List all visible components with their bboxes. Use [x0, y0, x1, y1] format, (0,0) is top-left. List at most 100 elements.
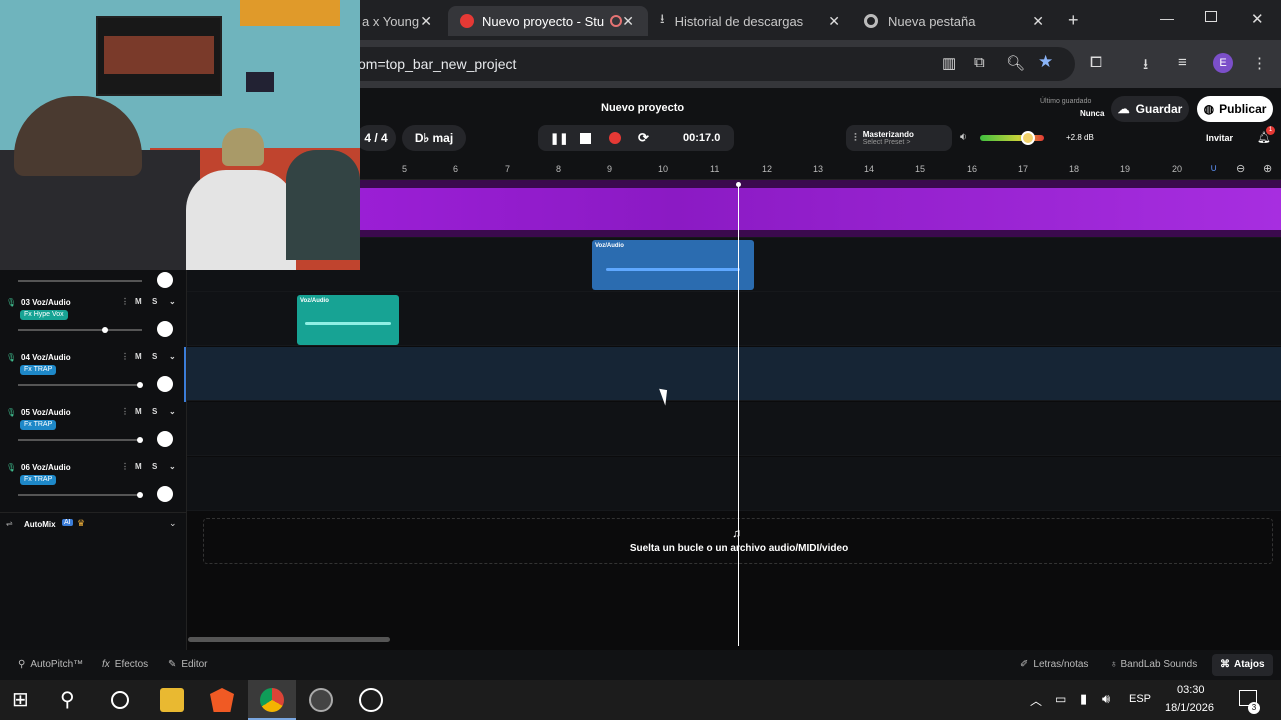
slider-handle[interactable]	[137, 382, 143, 388]
task-view-icon[interactable]	[108, 688, 132, 712]
downloads-icon[interactable]: ⭳	[1143, 54, 1148, 79]
tab-young[interactable]: a x Young ✕	[362, 6, 440, 36]
volume-slider[interactable]	[18, 437, 143, 443]
key-button[interactable]: D♭ maj	[402, 125, 466, 151]
bookmark-star-icon[interactable]: ★	[1038, 52, 1053, 72]
magnet-icon[interactable]: ∪	[1210, 163, 1217, 174]
solo-button[interactable]: S	[152, 352, 157, 361]
volume-knob[interactable]	[1021, 131, 1035, 145]
track-header-04[interactable]: 🎙︎ 04 Voz/Audio ⋮ M S ⌄ Fx TRAP	[0, 347, 187, 402]
reading-mode-icon[interactable]: ▥	[942, 54, 956, 72]
close-icon[interactable]: ✕	[420, 13, 432, 30]
pan-knob[interactable]	[157, 431, 173, 447]
stop-icon[interactable]	[580, 132, 591, 144]
chevron-down-icon[interactable]: ⌄	[169, 462, 176, 471]
mute-button[interactable]: M	[135, 352, 142, 361]
volume-slider[interactable]	[18, 280, 142, 282]
automix-row[interactable]: ⇌ AutoMix AI ♛ ⌄	[0, 512, 187, 536]
zoom-icon[interactable]: 🔍︎	[1006, 54, 1025, 72]
tab-nueva-pestana[interactable]: Nueva pestaña ✕	[864, 6, 1050, 36]
bandlab-taskbar-icon[interactable]	[359, 688, 383, 712]
extensions-icon[interactable]: ⧠	[1090, 54, 1102, 71]
mute-button[interactable]: M	[135, 297, 142, 306]
lyrics-button[interactable]: ✐ Letras/notas	[1020, 659, 1088, 670]
chevron-down-icon[interactable]: ⌄	[169, 407, 176, 416]
playhead[interactable]	[738, 184, 739, 646]
sounds-button[interactable]: ♁ BandLab Sounds	[1110, 659, 1197, 670]
chevron-down-icon[interactable]: ⌄	[169, 297, 176, 306]
close-icon[interactable]: ✕	[828, 13, 840, 30]
pan-knob[interactable]	[157, 486, 173, 502]
track-menu-icon[interactable]: ⋮	[121, 352, 129, 361]
fx-badge[interactable]: Fx TRAP	[20, 475, 57, 485]
track-lane-06[interactable]	[187, 457, 1281, 511]
track-header-06[interactable]: 🎙︎ 06 Voz/Audio ⋮ M S ⌄ Fx TRAP	[0, 457, 187, 512]
track-lane-05[interactable]	[187, 402, 1281, 456]
time-signature-button[interactable]: 4 / 4	[356, 125, 396, 151]
track-name[interactable]: 05 Voz/Audio	[21, 408, 71, 417]
pause-icon[interactable]: ❚❚	[550, 132, 568, 145]
pan-knob[interactable]	[157, 272, 173, 288]
volume-slider[interactable]	[18, 492, 143, 498]
tab-historial[interactable]: ⭳ Historial de descargas ✕	[660, 6, 846, 36]
track-lane-04[interactable]	[187, 347, 1281, 401]
chevron-down-icon[interactable]: ⌄	[169, 518, 177, 529]
speaker-icon[interactable]: 🔉︎	[960, 131, 967, 144]
slider-handle[interactable]	[137, 437, 143, 443]
volume-icon[interactable]: 🔊︎	[1102, 691, 1110, 707]
solo-button[interactable]: S	[152, 407, 157, 416]
editor-button[interactable]: ✎ Editor	[168, 659, 208, 670]
fx-badge[interactable]: Fx TRAP	[20, 365, 57, 375]
track-header-03[interactable]: 🎙︎ 03 Voz/Audio ⋮ M S ⌄ Fx Hype Vox	[0, 292, 187, 347]
profile-avatar[interactable]: E	[1213, 53, 1233, 73]
fx-badge[interactable]: Fx Hype Vox	[20, 310, 68, 320]
media-icon[interactable]: ≡	[1178, 54, 1187, 71]
pan-knob[interactable]	[157, 376, 173, 392]
minimize-button[interactable]: —	[1160, 10, 1174, 26]
track-menu-icon[interactable]: ⋮	[121, 407, 129, 416]
search-icon[interactable]: ⚲	[60, 688, 84, 712]
network-icon[interactable]: ▭	[1055, 692, 1066, 706]
mute-button[interactable]: M	[135, 407, 142, 416]
chevron-down-icon[interactable]: ⌄	[169, 352, 176, 361]
file-explorer-icon[interactable]	[160, 688, 184, 712]
brave-icon[interactable]	[210, 688, 234, 712]
track-name[interactable]: 04 Voz/Audio	[21, 353, 71, 362]
slider-handle[interactable]	[137, 492, 143, 498]
media-player-icon[interactable]	[309, 688, 333, 712]
slider-handle[interactable]	[102, 327, 108, 333]
close-icon[interactable]: ✕	[622, 13, 634, 30]
battery-icon[interactable]: ▮	[1080, 691, 1087, 707]
solo-button[interactable]: S	[152, 462, 157, 471]
publish-button[interactable]: ◍ Publicar	[1197, 96, 1273, 122]
clock-time[interactable]: 03:30	[1177, 684, 1205, 696]
chrome-taskbar-active[interactable]	[248, 680, 296, 720]
track-header-05[interactable]: 🎙︎ 05 Voz/Audio ⋮ M S ⌄ Fx TRAP	[0, 402, 187, 457]
clock-date[interactable]: 18/1/2026	[1165, 702, 1214, 714]
zoom-out-icon[interactable]: ⊖	[1236, 162, 1245, 175]
restore-button[interactable]	[1205, 11, 1217, 22]
effects-button[interactable]: fx Efectos	[102, 659, 148, 670]
start-button[interactable]: ⊞	[12, 688, 36, 712]
zoom-in-icon[interactable]: ⊕	[1263, 162, 1272, 175]
project-title[interactable]: Nuevo proyecto	[601, 102, 684, 114]
shortcuts-button[interactable]: ⌘ Atajos	[1212, 654, 1273, 676]
language-indicator[interactable]: ESP	[1129, 693, 1151, 705]
record-icon[interactable]	[609, 132, 621, 144]
mastering-button[interactable]: ⫶ Masterizando Select Preset >	[846, 125, 952, 151]
playhead-handle[interactable]	[736, 182, 741, 187]
waveform-clip-purple[interactable]	[347, 188, 1281, 230]
track-menu-icon[interactable]: ⋮	[121, 462, 129, 471]
save-button[interactable]: ☁ Guardar	[1111, 96, 1189, 122]
new-tab-button[interactable]: +	[1068, 10, 1079, 31]
volume-slider[interactable]	[18, 327, 142, 333]
autopitch-button[interactable]: ⚲ AutoPitch™	[18, 659, 83, 670]
pan-knob[interactable]	[157, 321, 173, 337]
track-menu-icon[interactable]: ⋮	[121, 297, 129, 306]
cast-icon[interactable]: ⧉	[974, 54, 985, 71]
fx-badge[interactable]: Fx TRAP	[20, 420, 57, 430]
solo-button[interactable]: S	[152, 297, 157, 306]
mute-button[interactable]: M	[135, 462, 142, 471]
tab-nuevo-proyecto[interactable]: Nuevo proyecto - Stu ✕	[448, 6, 648, 36]
invite-button[interactable]: Invitar	[1206, 133, 1233, 143]
